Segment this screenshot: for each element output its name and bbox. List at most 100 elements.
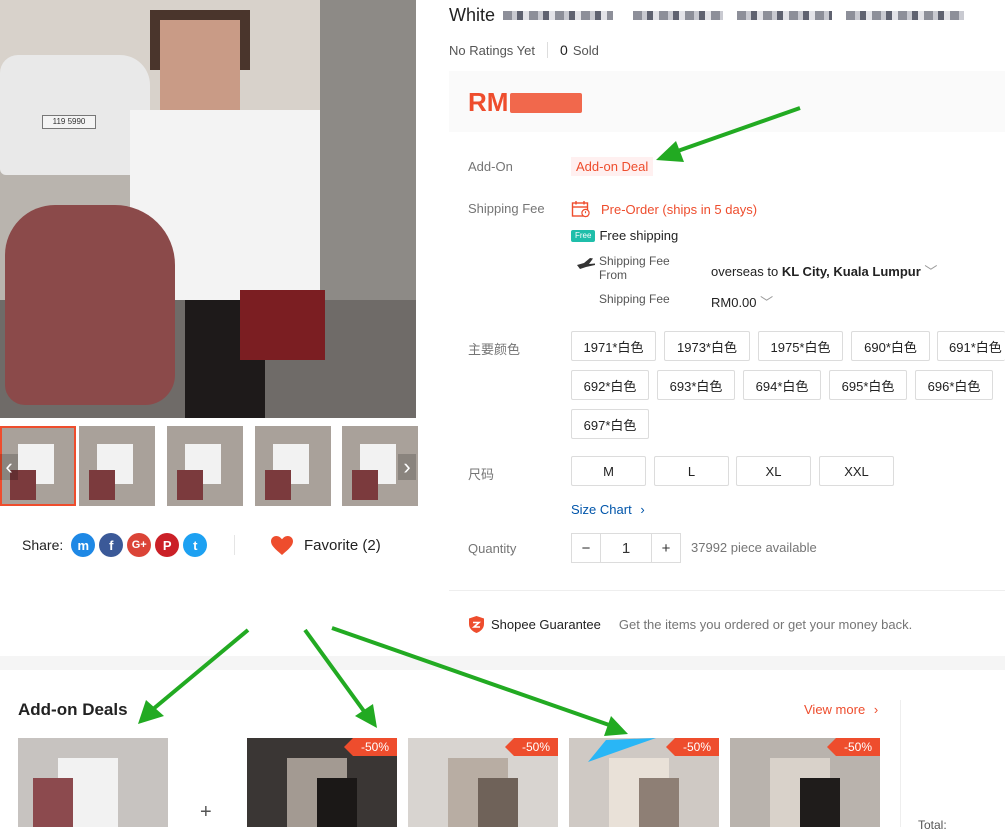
thumbnail[interactable]	[255, 426, 331, 506]
redacted-title-part	[846, 11, 965, 20]
redacted-title-part	[503, 11, 614, 20]
share-bar: Share: m f G+ P t	[22, 533, 208, 557]
chevron-right-icon: ›	[640, 502, 645, 517]
annotation-arrow-shaft	[331, 626, 613, 728]
thumbnail-strip: ‹ ›	[0, 426, 418, 506]
image-head	[160, 20, 240, 120]
addon-deal-item[interactable]: -50%	[569, 738, 719, 827]
image-bag	[240, 290, 325, 360]
annotation-arrow-head	[355, 704, 377, 728]
discount-badge: -50%	[827, 738, 880, 756]
quantity-decrement-button[interactable]: −	[572, 534, 600, 562]
thumbnail-next-icon[interactable]: ›	[398, 454, 416, 480]
thumbnail-prev-icon[interactable]: ‹	[0, 454, 18, 480]
variation-option[interactable]: 695*白色	[829, 370, 907, 400]
price-currency: RM	[468, 87, 509, 117]
thumbnail[interactable]	[79, 426, 155, 506]
sold-count: 0	[560, 42, 568, 58]
variation-option[interactable]: 1971*白色	[571, 331, 656, 361]
ratings-text[interactable]: No Ratings Yet	[449, 43, 535, 58]
image-coat	[5, 205, 175, 405]
view-more-text: View more	[804, 702, 866, 717]
truck-icon	[577, 258, 595, 269]
variation-option[interactable]: 1973*白色	[664, 331, 750, 361]
addon-deal-item[interactable]: -50%	[247, 738, 397, 827]
preorder-text: Pre-Order (ships in 5 days)	[601, 201, 758, 217]
shipping-destination[interactable]: overseas to KL City, Kuala Lumpur ﹀	[711, 261, 937, 280]
quantity-increment-button[interactable]: +	[652, 534, 680, 562]
annotation-arrow-head	[138, 700, 164, 724]
deal-item-detail	[478, 778, 518, 827]
annotation-arrow-head	[656, 141, 684, 162]
shipping-fee-value: RM0.00	[711, 295, 757, 310]
facebook-icon[interactable]: f	[99, 533, 124, 557]
size-option[interactable]: XXL	[819, 456, 894, 486]
variation-option[interactable]: 692*白色	[571, 370, 649, 400]
pinterest-icon[interactable]: P	[155, 533, 180, 557]
redacted-price	[510, 92, 583, 113]
heart-icon	[271, 535, 293, 555]
variation-option[interactable]: 690*白色	[851, 331, 930, 361]
shipping-fee-label: Shipping Fee	[468, 201, 545, 216]
discount-badge: -50%	[505, 738, 558, 756]
size-chart-link[interactable]: Size Chart ›	[571, 502, 645, 517]
quantity-stepper: − 1 +	[571, 533, 681, 563]
addon-deal-item[interactable]: -50%	[408, 738, 558, 827]
rating-summary: No Ratings Yet 0 Sold	[449, 42, 599, 58]
thumbnail-coat	[89, 470, 115, 500]
variation-option[interactable]: 694*白色	[743, 370, 821, 400]
variation-option[interactable]: 691*白色	[937, 331, 1005, 361]
deal-item-coat	[33, 778, 73, 827]
size-option[interactable]: XL	[736, 456, 811, 486]
quantity-input[interactable]: 1	[600, 534, 652, 562]
total-divider	[900, 700, 901, 827]
shipping-to-value: KL City, Kuala Lumpur	[781, 264, 921, 279]
size-label: 尺码	[468, 467, 495, 482]
messenger-icon[interactable]: m	[71, 533, 96, 557]
size-chart-text: Size Chart	[571, 502, 632, 517]
share-label: Share:	[22, 537, 64, 553]
discount-badge: -50%	[344, 738, 397, 756]
chevron-down-icon: ﹀	[760, 295, 774, 310]
thumbnail-coat	[265, 470, 291, 500]
shopee-guarantee[interactable]: Shopee Guarantee Get the items you order…	[468, 615, 912, 634]
google-plus-icon[interactable]: G+	[127, 533, 152, 557]
product-main-image[interactable]: 119 5990	[0, 0, 416, 418]
section-separator	[0, 656, 1005, 670]
addon-deal-item[interactable]: -50%	[730, 738, 880, 827]
favorite-button[interactable]: Favorite (2)	[270, 533, 381, 557]
free-shipping-line: Free Free shipping	[571, 228, 678, 243]
deal-item-detail	[639, 778, 679, 827]
size-option[interactable]: M	[571, 456, 646, 486]
view-more-link[interactable]: View more ›	[804, 702, 878, 717]
redacted-title-part	[737, 11, 833, 20]
chevron-right-icon: ›	[873, 702, 879, 717]
discount-badge: -50%	[666, 738, 719, 756]
variation-option[interactable]: 1975*白色	[758, 331, 843, 361]
stock-available: 37992 piece available	[691, 540, 817, 555]
thumbnail[interactable]	[167, 426, 243, 506]
annotation-arrow-head	[604, 716, 628, 736]
variation-label: 主要颜色	[468, 342, 521, 357]
deal-item-detail	[317, 778, 357, 827]
shipping-fee-sub-label: Shipping Fee	[599, 292, 670, 306]
shipping-from-value: overseas	[711, 264, 764, 279]
twitter-icon[interactable]: t	[183, 533, 208, 557]
chevron-down-icon: ﹀	[924, 264, 938, 279]
main-deal-item[interactable]	[18, 738, 168, 827]
addon-deal-chip[interactable]: Add-on Deal	[571, 157, 654, 176]
price-panel: RM	[449, 71, 1005, 132]
shipping-from-label: Shipping Fee From	[599, 254, 670, 282]
plus-icon: +	[200, 801, 212, 823]
variation-option[interactable]: 697*白色	[571, 409, 649, 439]
product-title-text: White	[449, 5, 496, 25]
size-option[interactable]: L	[654, 456, 729, 486]
quantity-label: Quantity	[468, 541, 517, 556]
guarantee-divider	[449, 590, 1005, 591]
thumbnail-coat	[177, 470, 203, 500]
variation-option[interactable]: 693*白色	[657, 370, 735, 400]
shipping-fee-value-dropdown[interactable]: RM0.00 ﹀	[711, 292, 773, 311]
variation-option[interactable]: 696*白色	[915, 370, 993, 400]
guarantee-title: Shopee Guarantee	[491, 617, 601, 632]
shield-icon	[469, 616, 484, 633]
